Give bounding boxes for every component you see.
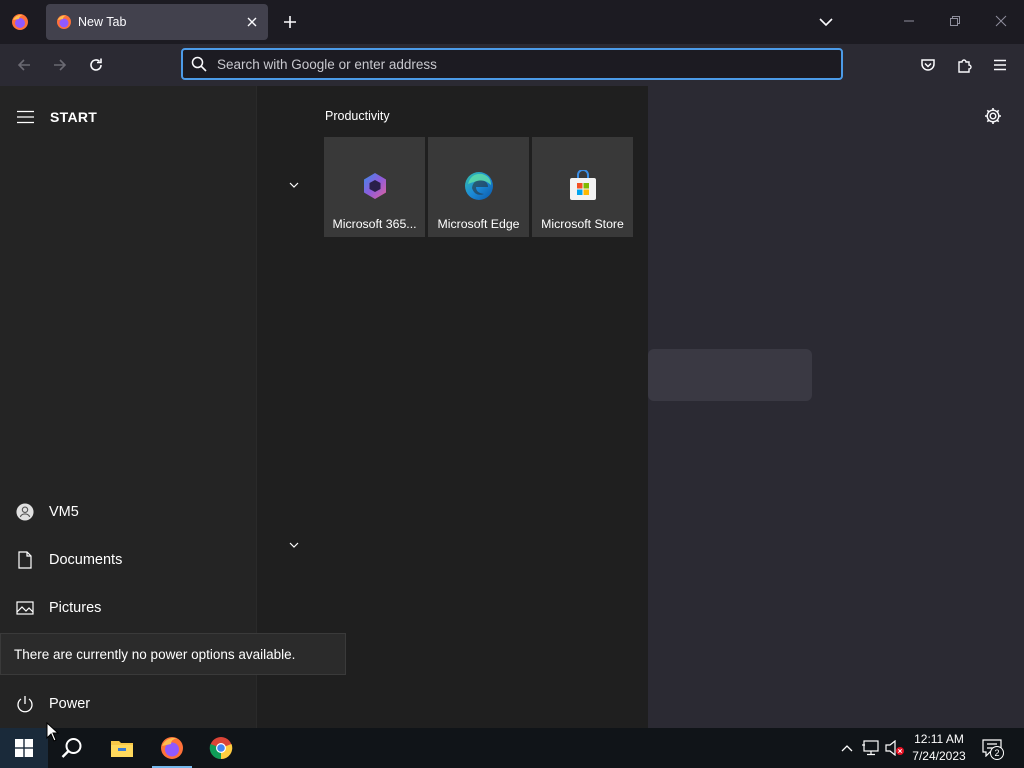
close-tab-icon[interactable] [240, 10, 264, 34]
tab-strip: New Tab [0, 0, 1024, 44]
pocket-button[interactable] [915, 52, 941, 78]
gear-icon[interactable] [982, 105, 1004, 127]
reload-button[interactable] [83, 52, 109, 78]
chevron-up-icon[interactable] [837, 738, 857, 758]
action-center-button[interactable]: 2 [978, 736, 1006, 760]
tile-microsoft-edge[interactable]: Microsoft Edge [428, 137, 529, 237]
search-box-placeholder [648, 349, 812, 401]
taskbar: 12:11 AM 7/24/2023 2 [0, 728, 1024, 768]
start-item-label: Pictures [49, 600, 102, 616]
firefox-taskbar-button[interactable] [148, 728, 196, 768]
hamburger-menu-icon[interactable] [16, 108, 34, 126]
minimize-button[interactable] [894, 6, 924, 36]
start-button[interactable] [0, 728, 48, 768]
back-button[interactable] [11, 52, 37, 78]
start-item-user[interactable]: VM5 [0, 490, 256, 534]
pictures-icon [16, 599, 34, 617]
address-bar[interactable] [181, 48, 843, 80]
edge-icon [462, 169, 496, 203]
extensions-button[interactable] [951, 52, 977, 78]
address-input[interactable] [217, 56, 817, 72]
start-menu-sidebar: START VM5 Documents Pictures Power [0, 86, 256, 728]
chevron-down-icon[interactable] [285, 176, 303, 194]
firefox-icon [160, 736, 184, 760]
start-item-label: VM5 [49, 504, 79, 520]
start-item-documents[interactable]: Documents [0, 538, 256, 582]
chrome-icon [209, 736, 233, 760]
mouse-cursor-icon [46, 721, 60, 747]
chevron-down-icon[interactable] [285, 536, 303, 554]
document-icon [16, 551, 34, 569]
network-icon[interactable] [861, 738, 881, 758]
start-item-pictures[interactable]: Pictures [0, 586, 256, 630]
windows-logo-icon [15, 739, 33, 757]
power-options-tooltip: There are currently no power options ava… [0, 633, 346, 675]
list-all-tabs-button[interactable] [814, 10, 838, 34]
app-menu-button[interactable] [987, 52, 1013, 78]
start-item-label: Documents [49, 552, 123, 568]
firefox-view-icon[interactable] [8, 10, 32, 34]
firefox-icon [56, 14, 72, 30]
file-explorer-button[interactable] [98, 728, 146, 768]
start-title: START [50, 109, 98, 125]
tile-microsoft-365[interactable]: Microsoft 365... [324, 137, 425, 237]
start-item-power[interactable]: Power [0, 682, 256, 726]
chrome-taskbar-button[interactable] [197, 728, 245, 768]
search-icon [61, 737, 83, 759]
clock-time: 12:11 AM [914, 732, 964, 746]
navigation-toolbar [0, 44, 1024, 86]
tile-label: Microsoft Edge [437, 217, 520, 231]
search-icon [191, 56, 207, 72]
forward-button[interactable] [47, 52, 73, 78]
tab-new-tab[interactable]: New Tab [46, 4, 268, 40]
notification-count-badge: 2 [990, 746, 1004, 760]
tab-title: New Tab [78, 15, 127, 29]
tile-microsoft-store[interactable]: Microsoft Store [532, 137, 633, 237]
tile-group-label: Productivity [325, 109, 390, 123]
start-menu-tiles-panel: Productivity Microsoft 365... Microsoft … [256, 86, 648, 728]
volume-muted-icon[interactable] [885, 738, 905, 758]
tile-label: Microsoft 365... [332, 217, 417, 231]
microsoft-365-icon [358, 169, 392, 203]
close-window-button[interactable] [986, 6, 1016, 36]
tile-label: Microsoft Store [541, 217, 624, 231]
store-icon [566, 169, 600, 203]
system-clock[interactable]: 12:11 AM 7/24/2023 [908, 731, 970, 765]
power-icon [16, 695, 34, 713]
folder-icon [110, 738, 134, 758]
new-tab-button[interactable] [278, 10, 302, 34]
user-icon [16, 503, 34, 521]
restore-button[interactable] [940, 6, 970, 36]
start-item-label: Power [49, 696, 91, 712]
start-header: START [16, 108, 97, 126]
clock-date: 7/24/2023 [912, 749, 966, 763]
